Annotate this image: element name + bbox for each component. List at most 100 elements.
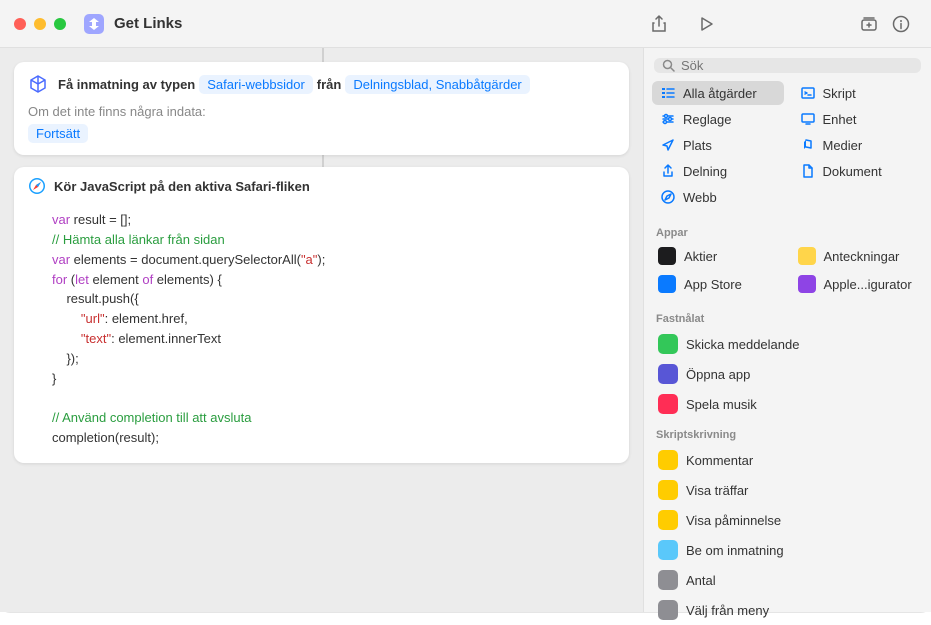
category-reglage[interactable]: Reglage bbox=[652, 107, 784, 131]
category-label: Reglage bbox=[683, 112, 731, 127]
input-source-token[interactable]: Delningsblad, Snabbåtgärder bbox=[345, 75, 529, 94]
action-item[interactable]: Välj från meny bbox=[644, 595, 931, 625]
search-icon bbox=[662, 59, 675, 72]
shortcut-icon bbox=[84, 14, 104, 34]
action-icon bbox=[658, 480, 678, 500]
input-type-token[interactable]: Safari-webbsidor bbox=[199, 75, 313, 94]
search-input[interactable] bbox=[681, 58, 913, 73]
action-label: Välj från meny bbox=[686, 603, 769, 618]
action-label: Visa träffar bbox=[686, 483, 748, 498]
action-item[interactable]: Spela musik bbox=[644, 389, 931, 419]
input-icon bbox=[28, 74, 48, 94]
app-icon bbox=[658, 275, 676, 293]
category-label: Enhet bbox=[823, 112, 857, 127]
app-icon bbox=[658, 247, 676, 265]
app-label: App Store bbox=[684, 277, 742, 292]
minimize-button[interactable] bbox=[34, 18, 46, 30]
note-icon bbox=[800, 137, 816, 153]
category-enhet[interactable]: Enhet bbox=[792, 107, 924, 131]
safari-icon bbox=[28, 177, 46, 195]
pinned-header: Fastnålat bbox=[644, 303, 931, 329]
category-webb[interactable]: Webb bbox=[652, 185, 784, 209]
app-icon bbox=[798, 247, 816, 265]
action-item[interactable]: Visa träffar bbox=[644, 475, 931, 505]
category-label: Medier bbox=[823, 138, 863, 153]
app-label: Apple...igurator bbox=[824, 277, 912, 292]
share-button[interactable] bbox=[643, 10, 675, 38]
category-alla-åtgärder[interactable]: Alla åtgärder bbox=[652, 81, 784, 105]
js-action-title: Kör JavaScript på den aktiva Safari-flik… bbox=[54, 179, 310, 194]
app-item[interactable]: Aktier bbox=[652, 243, 784, 269]
from-text: från bbox=[317, 77, 342, 92]
action-item[interactable]: Visa påminnelse bbox=[644, 505, 931, 535]
action-label: Visa påminnelse bbox=[686, 513, 781, 528]
category-label: Webb bbox=[683, 190, 717, 205]
input-lead-text: Få inmatning av typen bbox=[58, 77, 195, 92]
action-label: Be om inmatning bbox=[686, 543, 784, 558]
apps-grid: Aktier Anteckningar App Store Apple...igura… bbox=[644, 243, 931, 297]
category-dokument[interactable]: Dokument bbox=[792, 159, 924, 183]
location-icon bbox=[660, 137, 676, 153]
no-input-label: Om det inte finns några indata: bbox=[28, 104, 615, 119]
category-delning[interactable]: Delning bbox=[652, 159, 784, 183]
sliders-icon bbox=[660, 111, 676, 127]
app-icon bbox=[798, 275, 816, 293]
terminal-icon bbox=[800, 85, 816, 101]
app-item[interactable]: Apple...igurator bbox=[792, 271, 924, 297]
window-title: Get Links bbox=[114, 15, 182, 32]
share-icon bbox=[660, 163, 676, 179]
category-label: Dokument bbox=[823, 164, 882, 179]
category-plats[interactable]: Plats bbox=[652, 133, 784, 157]
actions-sidebar: Alla åtgärder Skript Reglage Enhet Plats Medi… bbox=[643, 48, 931, 612]
action-label: Öppna app bbox=[686, 367, 750, 382]
category-label: Skript bbox=[823, 86, 856, 101]
safari-icon bbox=[660, 189, 676, 205]
action-icon bbox=[658, 600, 678, 620]
app-item[interactable]: App Store bbox=[652, 271, 784, 297]
workflow-canvas[interactable]: Få inmatning av typen Safari-webbsidor f… bbox=[0, 48, 643, 612]
info-button[interactable] bbox=[885, 10, 917, 38]
action-icon bbox=[658, 450, 678, 470]
list-icon bbox=[660, 85, 676, 101]
category-label: Plats bbox=[683, 138, 712, 153]
category-label: Alla åtgärder bbox=[683, 86, 757, 101]
action-item[interactable]: Skicka meddelande bbox=[644, 329, 931, 359]
action-item[interactable]: Antal bbox=[644, 565, 931, 595]
category-label: Delning bbox=[683, 164, 727, 179]
close-button[interactable] bbox=[14, 18, 26, 30]
run-javascript-card[interactable]: Kör JavaScript på den aktiva Safari-flik… bbox=[14, 167, 629, 463]
titlebar: Get Links bbox=[0, 0, 931, 48]
search-field[interactable] bbox=[654, 58, 921, 73]
action-icon bbox=[658, 394, 678, 414]
app-item[interactable]: Anteckningar bbox=[792, 243, 924, 269]
action-item[interactable]: Öppna app bbox=[644, 359, 931, 389]
action-item[interactable]: Be om inmatning bbox=[644, 535, 931, 565]
action-label: Kommentar bbox=[686, 453, 753, 468]
apps-header: Appar bbox=[644, 217, 931, 243]
pinned-list: Skicka meddelande Öppna app Spela musik bbox=[644, 329, 931, 419]
action-label: Spela musik bbox=[686, 397, 757, 412]
code-editor[interactable]: var result = []; // Hämta alla länkar fr… bbox=[14, 205, 629, 463]
display-icon bbox=[800, 111, 816, 127]
maximize-button[interactable] bbox=[54, 18, 66, 30]
action-label: Antal bbox=[686, 573, 716, 588]
doc-icon bbox=[800, 163, 816, 179]
action-icon bbox=[658, 364, 678, 384]
category-grid: Alla åtgärder Skript Reglage Enhet Plats Medi… bbox=[644, 81, 931, 217]
action-icon bbox=[658, 510, 678, 530]
scripting-header: Skriptskrivning bbox=[644, 419, 931, 445]
app-label: Anteckningar bbox=[824, 249, 900, 264]
traffic-lights bbox=[14, 18, 66, 30]
category-medier[interactable]: Medier bbox=[792, 133, 924, 157]
run-button[interactable] bbox=[691, 10, 723, 38]
continue-token[interactable]: Fortsätt bbox=[28, 124, 88, 143]
action-icon bbox=[658, 570, 678, 590]
scripting-list: Kommentar Visa träffar Visa påminnelse Be o… bbox=[644, 445, 931, 625]
action-icon bbox=[658, 540, 678, 560]
category-skript[interactable]: Skript bbox=[792, 81, 924, 105]
input-action-card[interactable]: Få inmatning av typen Safari-webbsidor f… bbox=[14, 62, 629, 155]
app-label: Aktier bbox=[684, 249, 717, 264]
library-button[interactable] bbox=[853, 10, 885, 38]
action-item[interactable]: Kommentar bbox=[644, 445, 931, 475]
action-label: Skicka meddelande bbox=[686, 337, 799, 352]
